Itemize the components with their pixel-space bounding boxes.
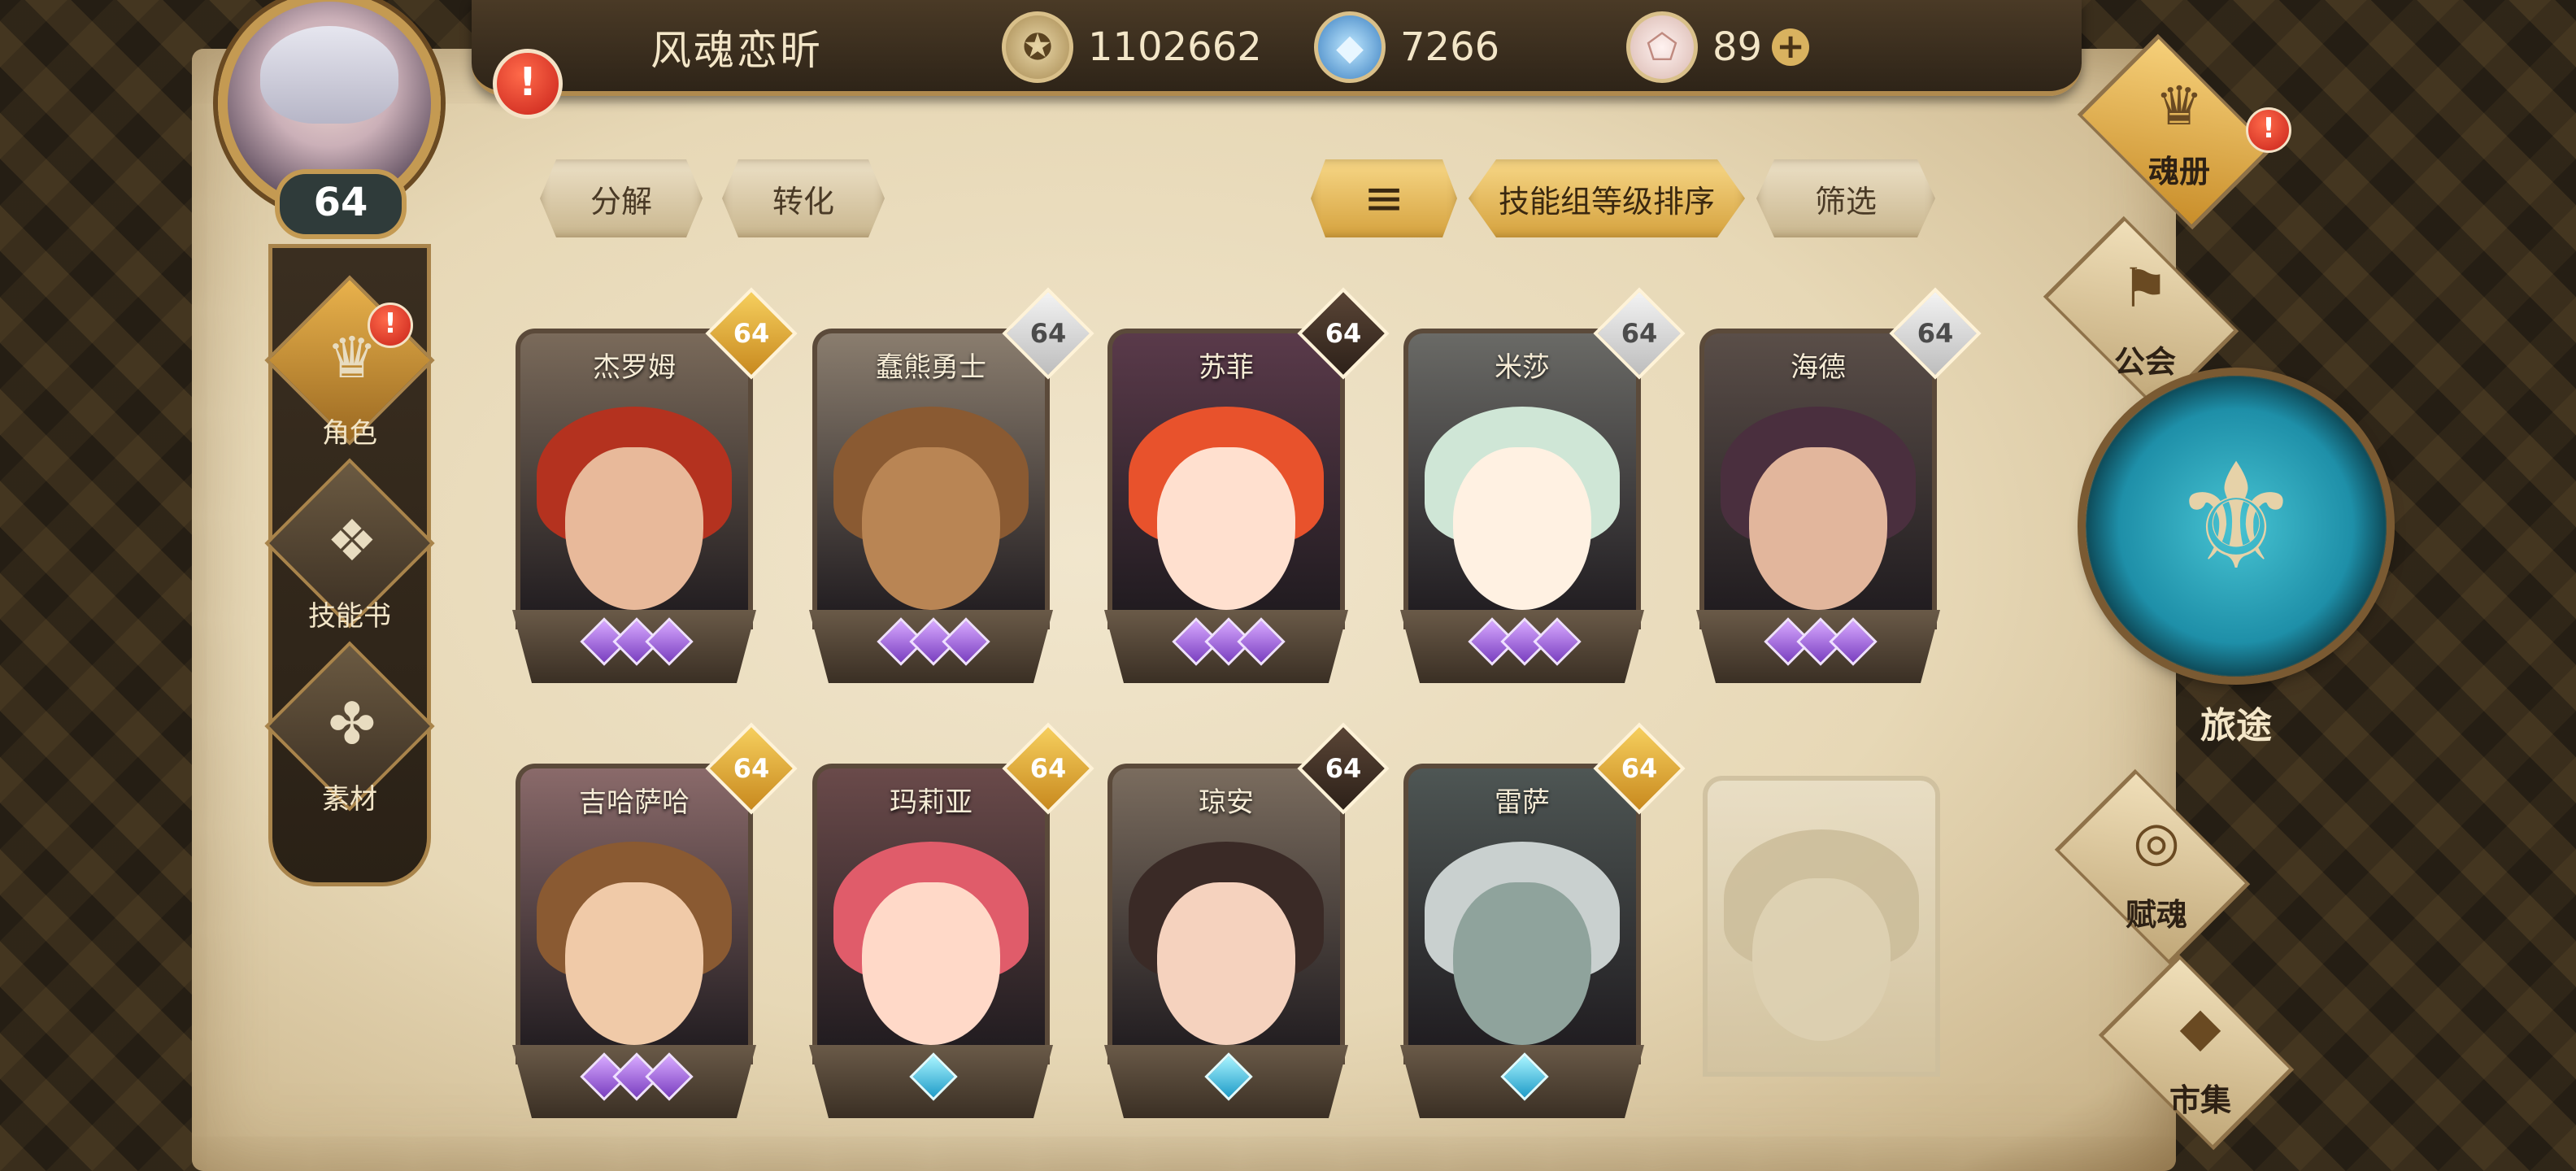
card-portrait-frame: 琼安 [1107, 764, 1345, 1064]
character-card[interactable]: 海德 64 [1696, 287, 1982, 691]
blue-crystal-icon: ◆ [1314, 11, 1386, 83]
transform-button[interactable]: 转化 [722, 159, 885, 237]
character-card[interactable]: 吉哈萨哈 64 [512, 722, 798, 1126]
decompose-button[interactable]: 分解 [540, 159, 703, 237]
guild-label: 公会 [2113, 344, 2176, 380]
character-name: 琼安 [1199, 786, 1254, 819]
pink-gem-icon: ⬠ [1626, 11, 1698, 83]
crystal-currency: ◆ 7266 [1314, 11, 1499, 83]
portrait-face [1453, 447, 1591, 610]
sort-mode-button[interactable]: 技能组等级排序 [1469, 159, 1745, 237]
silhouette-face [1752, 878, 1891, 1041]
card-portrait-frame: 苏菲 [1107, 329, 1345, 629]
market-gem-icon: ◆ [2179, 995, 2221, 1058]
side-item-label: 素材 [322, 783, 377, 816]
character-card[interactable]: 琼安 64 [1104, 722, 1390, 1126]
gem-amount: 89 [1712, 24, 1763, 70]
character-card[interactable]: 雷萨 64 [1400, 722, 1686, 1126]
character-card[interactable]: 米莎 64 [1400, 287, 1686, 691]
guild-flag-icon: ⚑ [2121, 257, 2169, 320]
character-name: 玛莉亚 [890, 786, 973, 819]
level-value: 64 [1621, 753, 1658, 784]
character-card[interactable]: 苏菲 64 [1104, 287, 1390, 691]
character-name: 雷萨 [1495, 786, 1550, 819]
character-portrait [1112, 809, 1340, 1060]
gold-coin-icon: ✪ [1002, 11, 1073, 83]
character-portrait [817, 809, 1045, 1060]
level-value: 64 [1621, 318, 1658, 349]
portrait-face [862, 447, 1000, 610]
portrait-face [565, 882, 703, 1045]
avatar-hair [260, 26, 398, 124]
sort-order-button[interactable]: ≡ [1311, 159, 1457, 237]
character-portrait [1112, 374, 1340, 625]
portrait-face [1157, 447, 1295, 610]
role-alert-icon: ! [368, 303, 413, 348]
talent-button[interactable]: ◎ 赋魂 [2034, 768, 2278, 965]
gold-amount: 1102662 [1088, 24, 1262, 70]
avatar-alert-icon: ! [493, 49, 563, 119]
character-name: 米莎 [1495, 351, 1550, 384]
level-value: 64 [1029, 318, 1067, 349]
character-name: 杰罗姆 [593, 351, 676, 384]
gem-currency: ⬠ 89 + [1626, 11, 1810, 83]
card-portrait-frame: 雷萨 [1403, 764, 1641, 1064]
player-level-badge: 64 [275, 169, 407, 239]
add-gem-button[interactable]: + [1772, 28, 1810, 66]
talent-label: 赋魂 [2125, 897, 2187, 933]
card-portrait-frame: 玛莉亚 [812, 764, 1050, 1064]
character-portrait [817, 374, 1045, 625]
locked-card-body [1703, 776, 1940, 1077]
portrait-face [1157, 882, 1295, 1045]
card-portrait-frame: 吉哈萨哈 [516, 764, 753, 1064]
side-item-label: 角色 [322, 417, 377, 450]
character-name: 海德 [1791, 351, 1846, 384]
soul-book-alert-icon: ! [2246, 107, 2291, 153]
character-portrait [520, 809, 748, 1060]
market-label: 市集 [2169, 1082, 2231, 1118]
card-portrait-frame: 蠢熊勇士 [812, 329, 1050, 629]
level-value: 64 [733, 753, 770, 784]
card-portrait-frame: 杰罗姆 [516, 329, 753, 629]
character-card[interactable]: 玛莉亚 64 [809, 722, 1094, 1126]
card-portrait-frame: 海德 [1699, 329, 1937, 629]
character-portrait [1408, 374, 1636, 625]
card-portrait-frame: 米莎 [1403, 329, 1641, 629]
side-item-skillbook[interactable]: ❖ 技能书 [264, 458, 435, 634]
character-portrait [520, 374, 748, 625]
journey-label: 旅途 [2200, 705, 2272, 747]
level-value: 64 [1325, 318, 1362, 349]
portrait-face [565, 447, 703, 610]
character-name: 吉哈萨哈 [579, 786, 690, 819]
character-portrait [1408, 809, 1636, 1060]
character-name: 苏菲 [1199, 351, 1254, 384]
portrait-face [862, 882, 1000, 1045]
side-item-material[interactable]: ✤ 素材 [264, 641, 435, 817]
side-item-label: 技能书 [308, 600, 391, 633]
soul-book-label: 魂册 [2147, 154, 2210, 189]
level-value: 64 [733, 318, 770, 349]
locked-card-slot[interactable] [1699, 773, 1943, 1138]
level-value: 64 [1029, 753, 1067, 784]
crystal-amount: 7266 [1400, 24, 1500, 70]
talent-swirl-icon: ◎ [2133, 810, 2180, 873]
journey-emblem-icon: ⚜ [2170, 433, 2302, 603]
player-name: 风魂恋昕 [651, 27, 823, 74]
character-name: 蠢熊勇士 [876, 351, 986, 384]
portrait-face [1453, 882, 1591, 1045]
player-avatar-frame[interactable]: 64 [185, 0, 494, 252]
character-card[interactable]: 蠢熊勇士 64 [809, 287, 1094, 691]
character-card[interactable]: 杰罗姆 64 [512, 287, 798, 691]
filter-button[interactable]: 筛选 [1756, 159, 1935, 237]
journey-button[interactable]: ⚜ [2086, 376, 2387, 677]
gold-currency: ✪ 1102662 [1002, 11, 1262, 83]
portrait-face [1749, 447, 1887, 610]
character-portrait [1704, 374, 1932, 625]
market-button[interactable]: ◆ 市集 [2078, 954, 2322, 1151]
level-value: 64 [1325, 753, 1362, 784]
level-value: 64 [1917, 318, 1954, 349]
